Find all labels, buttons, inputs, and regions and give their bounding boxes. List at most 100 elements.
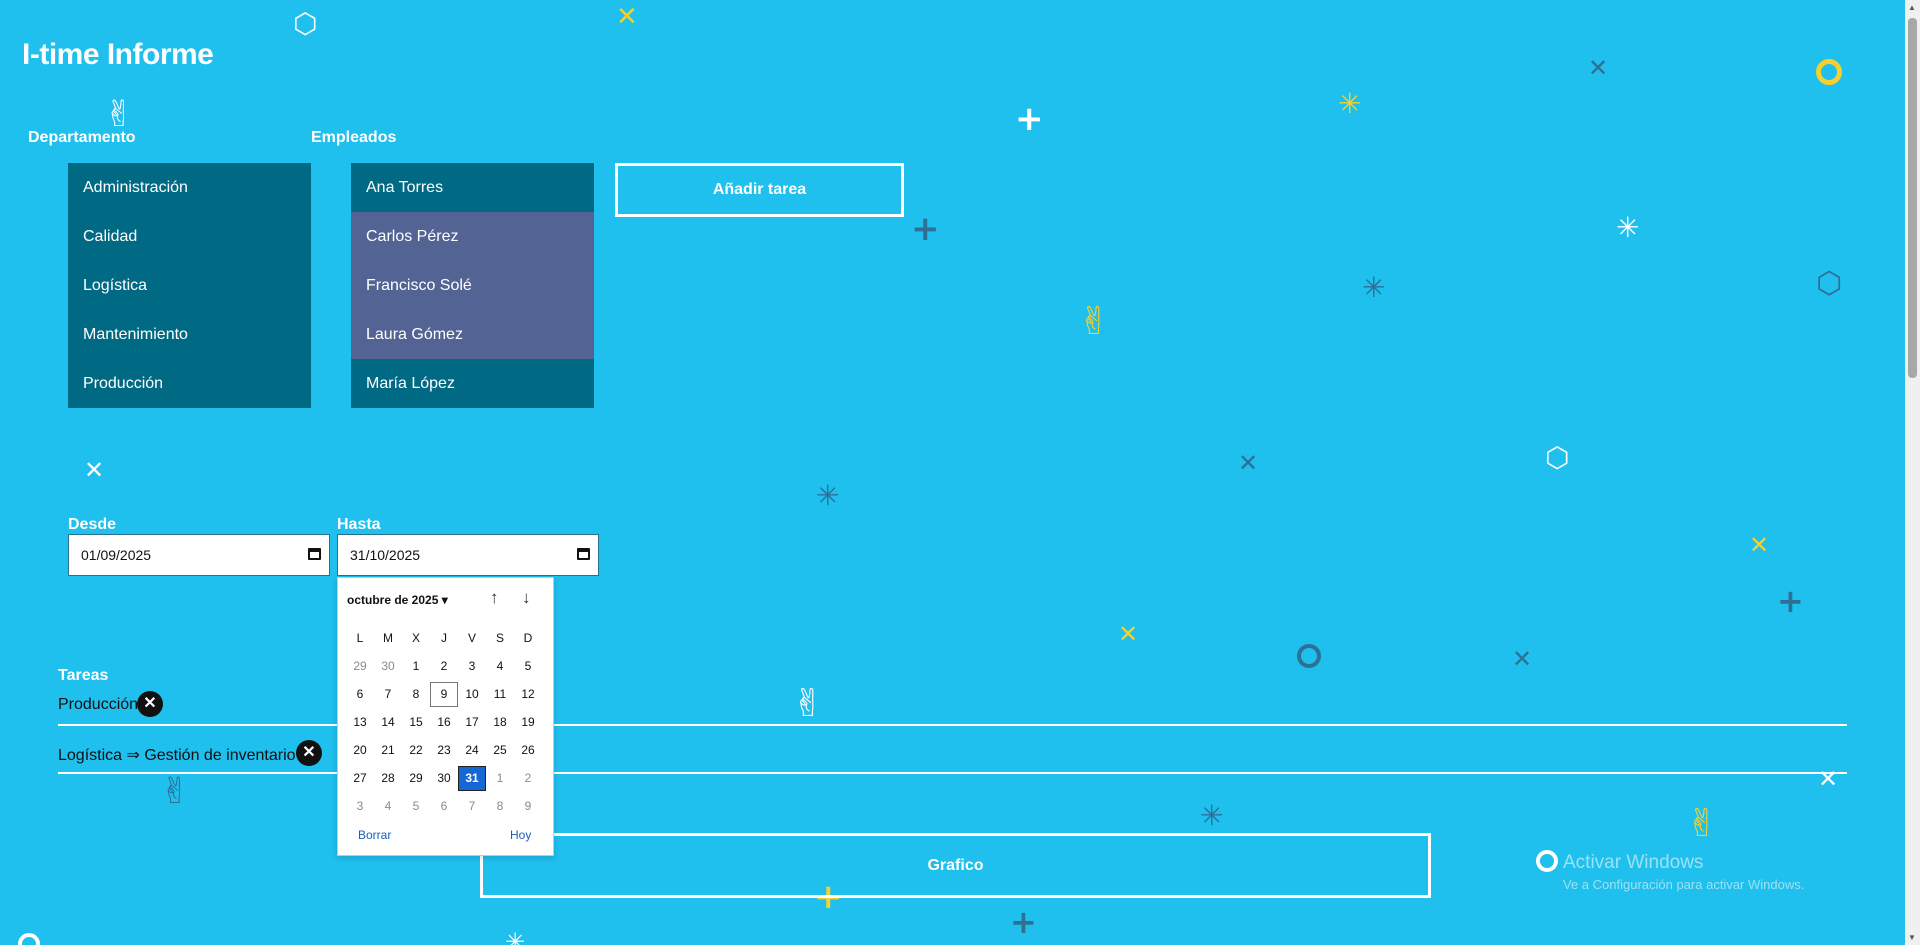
calendar-day[interactable]: 15 — [402, 710, 430, 735]
spinner-icon: ✳ — [505, 928, 526, 945]
calendar-day[interactable]: 5 — [514, 654, 542, 679]
page-title: I-time Informe — [22, 38, 214, 71]
calendar-day[interactable]: 9 — [514, 794, 542, 819]
next-month-icon[interactable]: ↓ — [522, 588, 531, 608]
from-date-input[interactable]: 01/09/2025 — [68, 534, 330, 576]
calendar-week: 20 21 22 23 24 25 26 — [346, 738, 542, 766]
date-picker-popup[interactable]: octubre de 2025 ▾ ↑ ↓ L M X J V S D 29 3… — [337, 577, 554, 856]
calendar-day[interactable]: 27 — [346, 766, 374, 791]
calendar-day[interactable]: 7 — [374, 682, 402, 707]
weekday-label: V — [467, 631, 476, 645]
remove-task-button[interactable]: ✕ — [137, 691, 163, 717]
calendar-day[interactable]: 3 — [458, 654, 486, 679]
calendar-day[interactable]: 1 — [402, 654, 430, 679]
calendar-day[interactable]: 17 — [458, 710, 486, 735]
previous-month-icon[interactable]: ↑ — [490, 588, 499, 608]
add-task-button[interactable]: Añadir tarea — [615, 163, 904, 217]
calendar-day[interactable]: 2 — [514, 766, 542, 791]
scroll-up-icon[interactable]: ▲ — [1908, 3, 1916, 12]
calendar-day[interactable]: 30 — [374, 654, 402, 679]
department-option[interactable]: Administración — [68, 163, 311, 212]
calendar-day[interactable]: 2 — [430, 654, 458, 679]
calendar-day[interactable]: 13 — [346, 710, 374, 735]
calendar-week: 27 28 29 30 31 1 2 — [346, 766, 542, 794]
task-divider — [58, 772, 1847, 774]
x-icon: ✕ — [84, 456, 105, 484]
calendar-day-today[interactable]: 9 — [430, 682, 458, 707]
calendar-day[interactable]: 29 — [402, 766, 430, 791]
calendar-week: 6 7 8 9 10 11 12 — [346, 682, 542, 710]
clear-date-button[interactable]: Borrar — [358, 828, 391, 842]
peace-hand-icon: ✌ — [104, 94, 135, 135]
calendar-day[interactable]: 6 — [346, 682, 374, 707]
today-button[interactable]: Hoy — [510, 828, 531, 842]
employees-label: Empleados — [311, 129, 397, 146]
calendar-day[interactable]: 16 — [430, 710, 458, 735]
department-option[interactable]: Calidad — [68, 212, 311, 261]
department-option[interactable]: Producción — [68, 359, 311, 408]
calendar-day[interactable]: 25 — [486, 738, 514, 763]
calendar-day[interactable]: 6 — [430, 794, 458, 819]
from-date-value: 01/09/2025 — [81, 547, 152, 563]
calendar-day[interactable]: 8 — [402, 682, 430, 707]
box-icon: ⬡ — [1816, 266, 1843, 301]
scroll-down-icon[interactable]: ▼ — [1908, 933, 1916, 942]
weekday-label: X — [411, 631, 420, 645]
calendar-day[interactable]: 8 — [486, 794, 514, 819]
calendar-day[interactable]: 20 — [346, 738, 374, 763]
calendar-day-selected[interactable]: 31 — [458, 766, 486, 791]
calendar-day[interactable]: 28 — [374, 766, 402, 791]
calendar-day[interactable]: 4 — [486, 654, 514, 679]
ring-icon — [1536, 850, 1558, 872]
calendar-day[interactable]: 23 — [430, 738, 458, 763]
calendar-day[interactable]: 1 — [486, 766, 514, 791]
from-date-label: Desde — [68, 516, 117, 533]
month-select[interactable]: octubre de 2025 ▾ — [347, 593, 448, 607]
department-listbox[interactable]: Administración Calidad Logística Manteni… — [68, 163, 311, 408]
employee-option[interactable]: Laura Gómez — [351, 310, 594, 359]
calendar-day[interactable]: 29 — [346, 654, 374, 679]
to-date-label: Hasta — [337, 516, 381, 533]
scrollbar-thumb[interactable] — [1908, 18, 1917, 378]
activation-watermark-title: Activar Windows — [1563, 852, 1704, 873]
calendar-day[interactable]: 12 — [514, 682, 542, 707]
calendar-day[interactable]: 4 — [374, 794, 402, 819]
calendar-day[interactable]: 30 — [430, 766, 458, 791]
calendar-day[interactable]: 26 — [514, 738, 542, 763]
calendar-day[interactable]: 3 — [346, 794, 374, 819]
calendar-icon[interactable] — [308, 548, 321, 560]
calendar-icon[interactable] — [577, 548, 590, 560]
calendar-day[interactable]: 19 — [514, 710, 542, 735]
calendar-day[interactable]: 18 — [486, 710, 514, 735]
department-option[interactable]: Mantenimiento — [68, 310, 311, 359]
remove-task-button[interactable]: ✕ — [296, 740, 322, 766]
plus-icon: + — [911, 209, 940, 249]
weekday-label: D — [523, 631, 533, 645]
plus-icon: + — [1777, 582, 1804, 620]
to-date-input[interactable]: 31/10/2025 — [337, 534, 599, 576]
employee-option[interactable]: Ana Torres — [351, 163, 594, 212]
employees-listbox[interactable]: Ana Torres Carlos Pérez Francisco Solé L… — [351, 163, 594, 408]
calendar-day[interactable]: 22 — [402, 738, 430, 763]
calendar-day[interactable]: 5 — [402, 794, 430, 819]
peace-hand-icon: ✌ — [160, 771, 191, 812]
page-scrollbar[interactable]: ▲ ▼ — [1905, 0, 1920, 945]
employee-option[interactable]: María López — [351, 359, 594, 408]
weekday-label: J — [441, 631, 447, 645]
employee-option[interactable]: Carlos Pérez — [351, 212, 594, 261]
calendar-day[interactable]: 11 — [486, 682, 514, 707]
x-icon: ✕ — [616, 2, 638, 32]
calendar-day[interactable]: 14 — [374, 710, 402, 735]
calendar-day[interactable]: 10 — [458, 682, 486, 707]
weekday-label: L — [356, 631, 364, 645]
calendar-day[interactable]: 24 — [458, 738, 486, 763]
task-item: Producción — [58, 696, 139, 713]
calendar-week: 29 30 1 2 3 4 5 — [346, 654, 542, 682]
activation-watermark-subtitle: Ve a Configuración para activar Windows. — [1563, 877, 1805, 892]
department-option[interactable]: Logística — [68, 261, 311, 310]
employee-option[interactable]: Francisco Solé — [351, 261, 594, 310]
x-icon: ✕ — [1512, 645, 1533, 673]
chart-button[interactable]: Grafico — [480, 833, 1431, 898]
calendar-day[interactable]: 7 — [458, 794, 486, 819]
calendar-day[interactable]: 21 — [374, 738, 402, 763]
